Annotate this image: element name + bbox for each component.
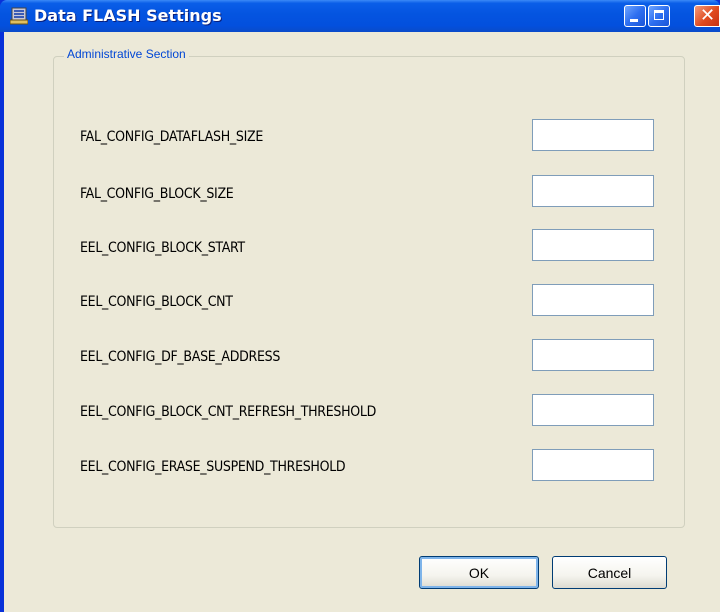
- input-fal-config-block-size[interactable]: [532, 175, 654, 207]
- label-eel-config-block-start: EEL_CONFIG_BLOCK_START: [80, 240, 245, 256]
- dialog-window: Data FLASH Settings ✕ Administrative Sec…: [0, 0, 720, 612]
- app-icon: [10, 7, 28, 25]
- title-bar[interactable]: Data FLASH Settings ✕: [0, 0, 720, 32]
- input-eel-config-block-cnt[interactable]: [532, 284, 654, 316]
- ok-button[interactable]: OK: [419, 556, 539, 589]
- maximize-icon: [654, 10, 664, 20]
- close-icon: ✕: [700, 5, 716, 26]
- label-eel-config-block-cnt-refresh-threshold: EEL_CONFIG_BLOCK_CNT_REFRESH_THRESHOLD: [80, 404, 376, 420]
- input-eel-config-block-cnt-refresh-threshold[interactable]: [532, 394, 654, 426]
- maximize-button[interactable]: [648, 5, 670, 27]
- minimize-button[interactable]: [624, 5, 646, 27]
- close-button[interactable]: ✕: [694, 5, 720, 27]
- cancel-button[interactable]: Cancel: [552, 556, 667, 589]
- input-eel-config-erase-suspend-threshold[interactable]: [532, 449, 654, 481]
- label-fal-config-dataflash-size: FAL_CONFIG_DATAFLASH_SIZE: [80, 129, 263, 145]
- label-eel-config-erase-suspend-threshold: EEL_CONFIG_ERASE_SUSPEND_THRESHOLD: [80, 459, 346, 475]
- label-fal-config-block-size: FAL_CONFIG_BLOCK_SIZE: [80, 186, 234, 202]
- input-fal-config-dataflash-size[interactable]: [532, 119, 654, 151]
- input-eel-config-block-start[interactable]: [532, 229, 654, 261]
- label-eel-config-block-cnt: EEL_CONFIG_BLOCK_CNT: [80, 294, 233, 310]
- label-eel-config-df-base-address: EEL_CONFIG_DF_BASE_ADDRESS: [80, 349, 281, 365]
- groupbox-legend: Administrative Section: [64, 46, 189, 62]
- input-eel-config-df-base-address[interactable]: [532, 339, 654, 371]
- minimize-icon: [630, 19, 638, 22]
- window-title: Data FLASH Settings: [34, 6, 222, 25]
